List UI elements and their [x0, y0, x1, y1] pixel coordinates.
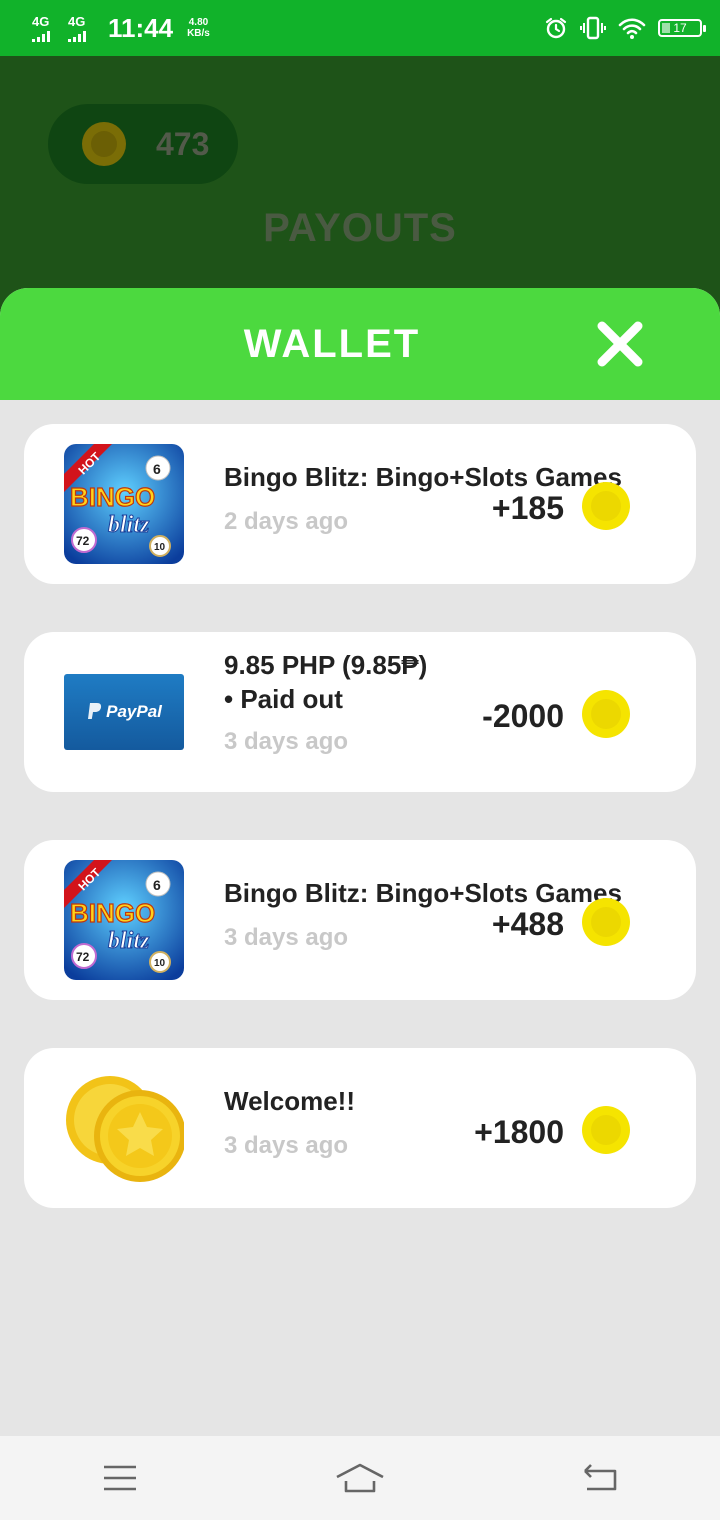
- signal-2-icon: 4G: [68, 15, 94, 42]
- wallet-item[interactable]: HOT 6 BINGO blitz 72 10 Bingo Blitz: Bin…: [24, 840, 696, 1000]
- coin-icon: [582, 1106, 630, 1154]
- menu-icon[interactable]: [90, 1448, 150, 1508]
- speed-value: 4.80: [188, 17, 209, 28]
- svg-text:blitz: blitz: [108, 512, 150, 538]
- close-icon[interactable]: [592, 316, 648, 372]
- svg-text:blitz: blitz: [108, 928, 150, 954]
- battery-icon: 17: [658, 19, 706, 37]
- item-date: 3 days ago: [224, 728, 349, 755]
- item-date: 3 days ago: [224, 924, 349, 951]
- item-title: Welcome!!: [224, 1086, 355, 1116]
- clock: 11:44: [108, 12, 174, 43]
- svg-text:6: 6: [153, 877, 161, 893]
- coin-icon: [582, 898, 630, 946]
- balance-pill: 473: [48, 104, 238, 184]
- navigation-bar: [0, 1436, 720, 1520]
- paypal-icon: [88, 703, 102, 719]
- paypal-logo-text: PayPal: [106, 702, 162, 721]
- wallet-header: WALLET: [0, 288, 720, 400]
- speed-unit: KB/s: [187, 28, 210, 39]
- item-title: Bingo Blitz: Bingo+Slots Games: [224, 878, 622, 908]
- bingo-blitz-app-icon: HOT 6 BINGO blitz 72 10: [64, 444, 184, 564]
- signal-1-icon: 4G: [32, 15, 58, 42]
- coin-icon: [582, 482, 630, 530]
- coin-icon: [82, 122, 126, 166]
- status-bar: 4G 4G 11:44 4.80 KB/s 17: [0, 0, 720, 56]
- vibrate-icon: [580, 16, 606, 40]
- wallet-sheet: WALLET HOT 6 BINGO blitz 72 10 Bingo Bli…: [0, 288, 720, 1436]
- home-icon[interactable]: [330, 1448, 390, 1508]
- gold-coins-icon: [66, 1076, 184, 1182]
- svg-text:72: 72: [76, 950, 90, 964]
- battery-level: 17: [673, 21, 687, 35]
- item-title: 9.85 PHP (9.85₱): [224, 650, 428, 680]
- svg-text:BINGO: BINGO: [70, 482, 155, 512]
- svg-text:10: 10: [154, 542, 166, 553]
- coin-icon: [582, 690, 630, 738]
- wallet-item[interactable]: Welcome!! 3 days ago +1800: [24, 1048, 696, 1208]
- alarm-icon: [545, 17, 567, 39]
- svg-text:72: 72: [76, 534, 90, 548]
- balance-value: 473: [156, 125, 210, 162]
- paypal-logo: PayPal: [64, 674, 184, 750]
- svg-text:6: 6: [153, 461, 161, 477]
- item-amount: -2000: [482, 698, 564, 734]
- back-icon[interactable]: [570, 1448, 630, 1508]
- network-type-2: 4G: [68, 13, 86, 29]
- wifi-icon: [618, 18, 646, 39]
- wallet-item[interactable]: PayPal 9.85 PHP (9.85₱) • Paid out 3 day…: [24, 632, 696, 792]
- payouts-background: 473 PAYOUTS: [0, 56, 720, 316]
- bingo-blitz-app-icon: HOT 6 BINGO blitz 72 10: [64, 860, 184, 980]
- svg-text:10: 10: [154, 958, 166, 969]
- item-amount: +1800: [474, 1114, 564, 1150]
- item-date: 3 days ago: [224, 1132, 349, 1159]
- wallet-item[interactable]: HOT 6 BINGO blitz 72 10 Bingo Blitz: Bin…: [24, 424, 696, 584]
- item-amount: +488: [491, 906, 564, 942]
- item-title-line2: • Paid out: [224, 684, 343, 714]
- item-date: 2 days ago: [224, 508, 349, 535]
- item-title: Bingo Blitz: Bingo+Slots Games: [224, 462, 622, 492]
- network-speed: 4.80 KB/s: [187, 17, 210, 39]
- wallet-title: WALLET: [243, 321, 421, 366]
- item-amount: +185: [491, 490, 564, 526]
- network-type-1: 4G: [32, 13, 50, 29]
- svg-text:BINGO: BINGO: [70, 898, 155, 928]
- page-title: PAYOUTS: [263, 206, 457, 250]
